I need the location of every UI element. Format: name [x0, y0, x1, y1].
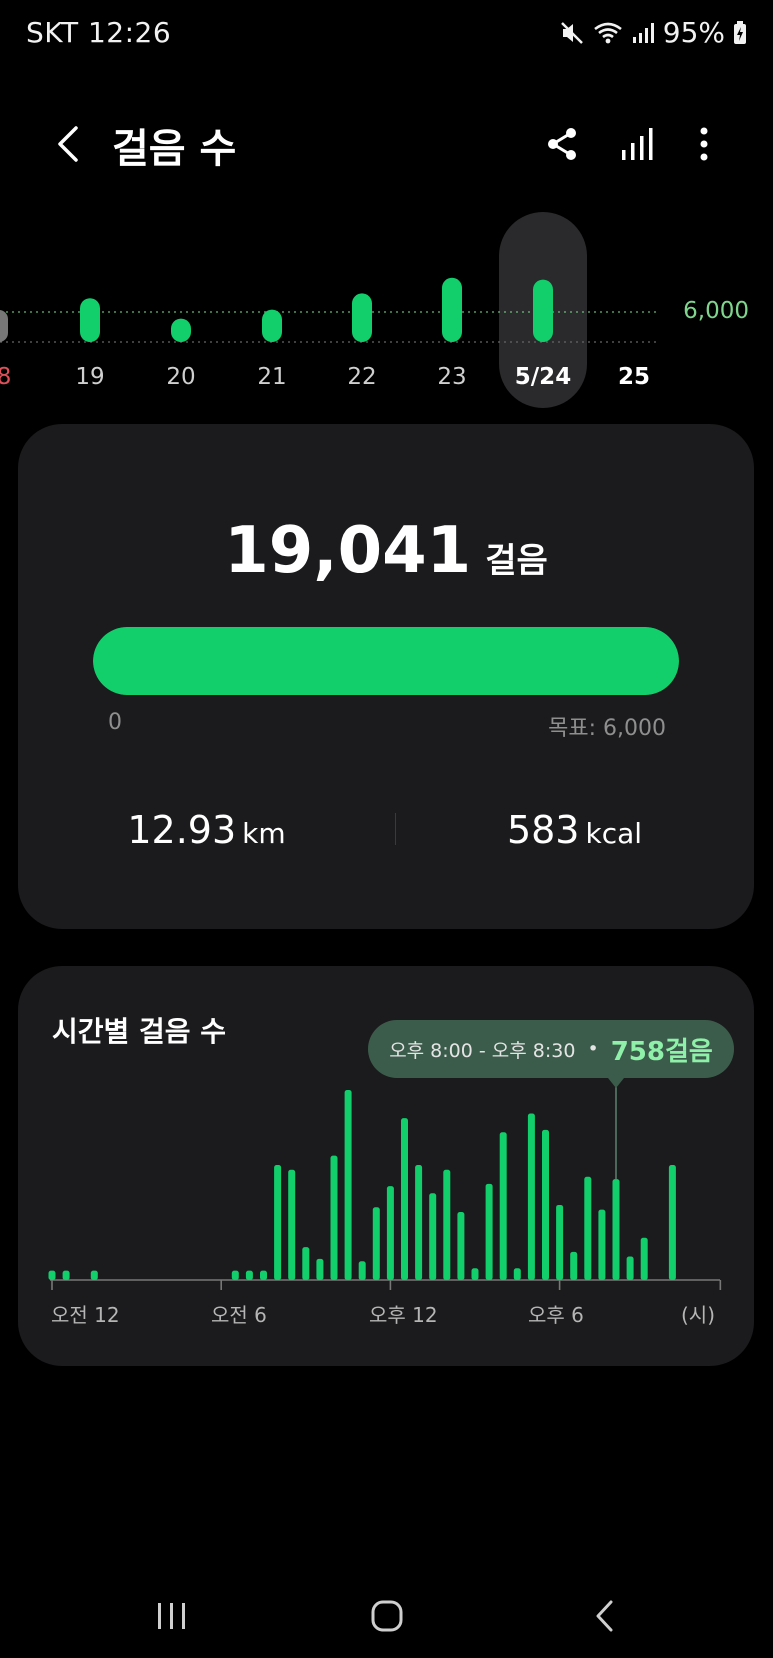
goal-progress-fill: [93, 627, 679, 695]
hourly-axis-label: 오후 6: [528, 1303, 584, 1327]
day-label: 20: [166, 364, 195, 390]
hourly-bar: [612, 1179, 620, 1280]
hourly-bar: [274, 1165, 282, 1280]
hourly-bar: [640, 1237, 648, 1280]
day-bar: [533, 279, 553, 342]
hourly-bar: [457, 1211, 465, 1280]
tooltip-steps: 758걸음: [610, 1036, 713, 1067]
hourly-axis-label: 오전 12: [51, 1303, 120, 1327]
more-options-button[interactable]: [682, 120, 726, 168]
back-icon: [596, 1600, 613, 1632]
signal-icon: [631, 21, 655, 45]
hourly-bar: [330, 1155, 338, 1280]
calories-unit: kcal: [585, 817, 643, 850]
hourly-bar: [245, 1270, 253, 1280]
hourly-bar: [260, 1270, 267, 1280]
hourly-bar: [288, 1169, 296, 1280]
page-title: 걸음 수: [112, 126, 237, 172]
day-bar: [262, 309, 282, 342]
day-label: 8: [0, 364, 11, 390]
battery-percent: 95%: [662, 16, 725, 49]
distance-value: 12.93: [127, 808, 237, 852]
hourly-bar: [485, 1183, 493, 1280]
hourly-bar: [231, 1270, 239, 1280]
more-icon: [700, 127, 708, 161]
tooltip-separator: •: [587, 1038, 599, 1060]
nav-back-button[interactable]: [575, 1590, 635, 1642]
chart-icon: [622, 128, 653, 160]
hourly-bar: [668, 1165, 676, 1280]
hourly-bar: [513, 1268, 521, 1280]
hourly-bar: [429, 1193, 437, 1280]
goal-progress-bar: [93, 627, 679, 695]
day-label: 19: [75, 364, 104, 390]
tooltip-pointer: [608, 1078, 624, 1088]
hourly-bar: [556, 1204, 564, 1280]
hourly-bar: [48, 1270, 56, 1280]
share-button[interactable]: [540, 120, 584, 168]
day-bar: [352, 293, 372, 342]
hourly-bar: [527, 1113, 535, 1280]
day-label: 5/24: [515, 364, 571, 390]
hourly-bar: [372, 1207, 380, 1280]
hourly-title: 시간별 걸음 수: [52, 1015, 227, 1048]
distance-unit: km: [242, 817, 286, 850]
hourly-bar: [584, 1176, 592, 1280]
steps-total: 19,041 걸음: [18, 514, 754, 588]
distance-metric: 12.93 km: [18, 808, 395, 852]
wifi-icon: [593, 20, 623, 46]
steps-count: 19,041: [224, 514, 472, 588]
recent-apps-icon: [158, 1603, 185, 1629]
progress-min-label: 0: [108, 710, 122, 735]
hourly-bar: [499, 1132, 507, 1280]
tooltip-time-range: 오후 8:00 - 오후 8:30: [389, 1039, 576, 1062]
hourly-bar: [443, 1169, 451, 1280]
hourly-bar: [542, 1129, 549, 1280]
share-icon: [548, 128, 576, 160]
status-icons: 95%: [559, 16, 747, 49]
day-bar-prev: [0, 310, 8, 342]
back-button[interactable]: [46, 118, 90, 170]
day-bar: [171, 318, 191, 342]
day-bar: [442, 277, 462, 342]
hourly-bar: [626, 1256, 634, 1280]
hourly-axis-label: 오전 6: [211, 1303, 267, 1327]
hourly-steps-card: 오전 12 오전 6 오후 12 오후 6 (시) 시간별 걸음 수 오후 8:00 -…: [18, 966, 754, 1366]
hourly-tooltip: 오후 8:00 - 오후 8:30 • 758걸음: [368, 1020, 734, 1078]
hourly-bar: [598, 1209, 606, 1280]
recent-apps-button[interactable]: [142, 1590, 202, 1642]
hourly-bar: [471, 1268, 479, 1280]
hourly-bar: [358, 1261, 366, 1280]
steps-unit: 걸음: [485, 541, 548, 581]
hourly-bar: [62, 1270, 70, 1280]
hourly-bar: [386, 1186, 394, 1280]
hourly-axis-label: 오후 12: [369, 1303, 438, 1327]
home-icon: [371, 1600, 403, 1632]
goal-line-label: 6,000: [683, 298, 749, 324]
day-label: 22: [347, 364, 376, 390]
battery-charging-icon: [733, 20, 747, 45]
progress-goal-label: 목표: 6,000: [548, 716, 666, 741]
day-label: 21: [257, 364, 286, 390]
hourly-axis-label: (시): [681, 1303, 715, 1327]
day-bar: [80, 298, 100, 342]
calories-metric: 583 kcal: [395, 808, 754, 852]
hourly-bar: [570, 1251, 578, 1280]
status-carrier-time: SKT 12:26: [26, 16, 172, 49]
mute-icon: [559, 20, 585, 46]
day-label: 23: [437, 364, 466, 390]
calories-value: 583: [506, 808, 580, 852]
summary-card: 19,041 걸음 0 목표: 6,000 12.93 km 583 kcal: [18, 424, 754, 929]
hourly-bar: [415, 1165, 423, 1280]
hourly-bar: [316, 1258, 324, 1280]
day-label: 25: [618, 364, 650, 390]
hourly-bar: [401, 1118, 408, 1280]
hourly-bar: [302, 1247, 310, 1280]
chart-view-button[interactable]: [615, 120, 659, 168]
daily-steps-chart[interactable]: 8 19 20 21 22 23 5/24 25: [0, 200, 773, 410]
home-button[interactable]: [357, 1590, 417, 1642]
chevron-left-icon: [58, 126, 78, 162]
hourly-bar: [344, 1090, 352, 1280]
hourly-bar: [90, 1270, 98, 1280]
